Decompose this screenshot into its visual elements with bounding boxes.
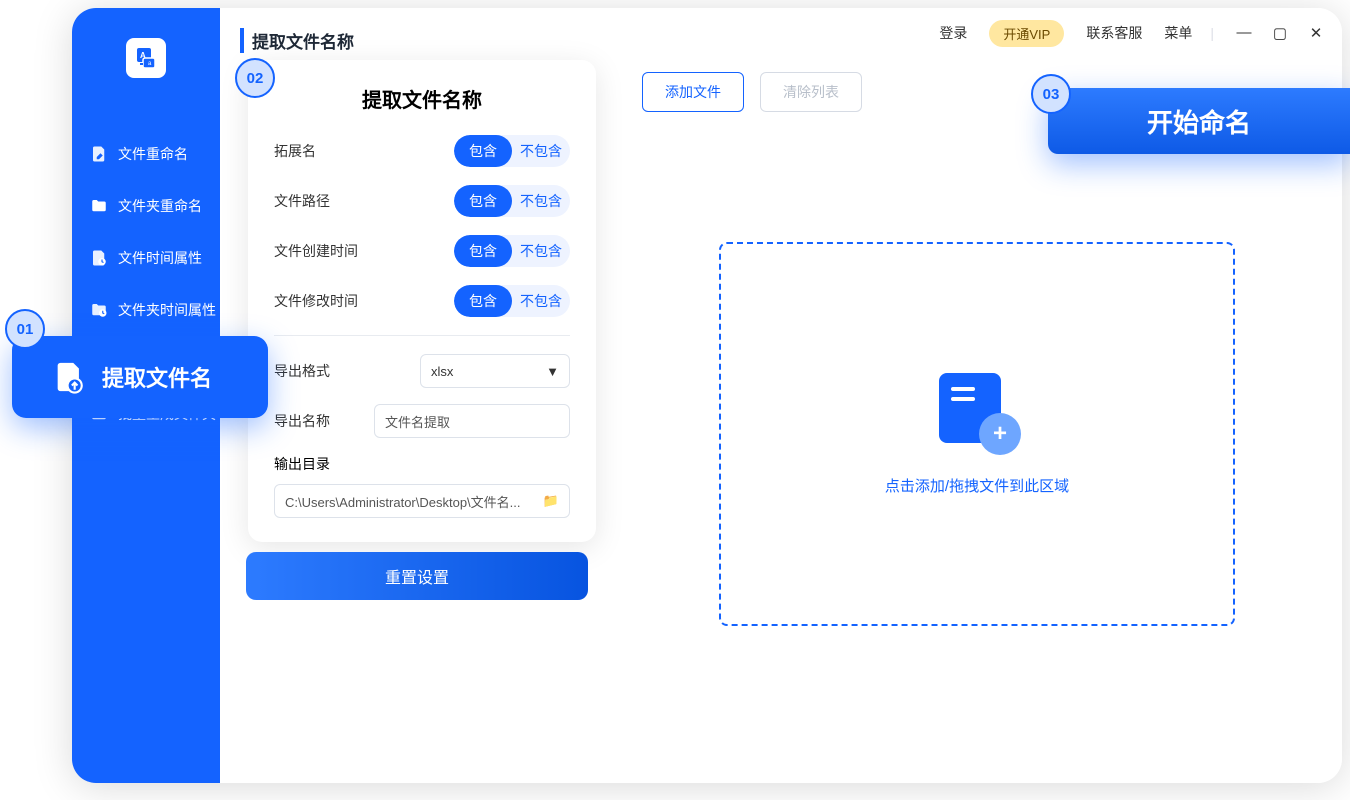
output-dir-row: C:\Users\Administrator\Desktop\文件名... 📁 [274,484,570,518]
option-extension: 拓展名 包含 不包含 [274,135,570,167]
export-format-select[interactable]: xlsx ▼ [420,354,570,388]
field-label: 导出格式 [274,361,330,381]
sidebar-item-folder-time[interactable]: 文件夹时间属性 [72,284,220,336]
toggle-extension[interactable]: 包含 不包含 [454,135,570,167]
option-label: 文件修改时间 [274,291,358,311]
highlight-sidebar-extract: 提取文件名 [12,336,268,418]
page-title: 提取文件名称 [240,28,612,53]
toggle-exclude[interactable]: 不包含 [512,285,570,317]
chevron-down-icon: ▼ [546,364,559,379]
sidebar-item-label: 文件重命名 [118,144,188,164]
toggle-include[interactable]: 包含 [454,135,512,167]
dropzone[interactable]: + 点击添加/拖拽文件到此区域 [719,242,1235,626]
add-file-button[interactable]: 添加文件 [642,72,744,112]
folder-icon[interactable]: 📁 [543,493,559,509]
sidebar-item-file-time[interactable]: 文件时间属性 [72,232,220,284]
option-filepath: 文件路径 包含 不包含 [274,185,570,217]
option-modified-time: 文件修改时间 包含 不包含 [274,285,570,317]
dropzone-icon: + [939,373,1015,449]
contact-link[interactable]: 联系客服 [1086,23,1142,43]
settings-column: 提取文件名称 提取文件名称 拓展名 包含 不包含 文件路径 包含 不包含 文件创… [220,8,612,783]
extract-settings-card: 提取文件名称 拓展名 包含 不包含 文件路径 包含 不包含 文件创建时间 包含 [248,60,596,542]
sidebar-item-label: 文件时间属性 [118,248,202,268]
toggle-filepath[interactable]: 包含 不包含 [454,185,570,217]
toggle-created[interactable]: 包含 不包含 [454,235,570,267]
output-dir-label: 输出目录 [274,454,570,474]
file-clock-icon [90,249,108,267]
option-label: 文件路径 [274,191,330,211]
toggle-modified[interactable]: 包含 不包含 [454,285,570,317]
sidebar-item-label: 文件夹重命名 [118,196,202,216]
toggle-include[interactable]: 包含 [454,285,512,317]
file-upload-icon [52,360,86,394]
window-controls: — ▢ ✕ [1236,24,1324,42]
sidebar-item-label: 文件夹时间属性 [118,300,216,320]
plus-icon: + [979,413,1021,455]
input-value: C:\Users\Administrator\Desktop\文件名... [285,492,521,511]
minimize-icon[interactable]: — [1236,24,1252,42]
export-name-input[interactable]: 文件名提取 [374,404,570,438]
input-value: 文件名提取 [385,412,450,431]
maximize-icon[interactable]: ▢ [1272,24,1288,42]
sidebar-item-file-rename[interactable]: 文件重命名 [72,128,220,180]
close-icon[interactable]: ✕ [1308,24,1324,42]
dropzone-text: 点击添加/拖拽文件到此区域 [885,475,1069,496]
field-label: 导出名称 [274,411,330,431]
step-badge-02: 02 [235,58,275,98]
step-badge-03: 03 [1031,74,1071,114]
file-edit-icon [90,145,108,163]
separator: | [1210,25,1214,41]
option-created-time: 文件创建时间 包含 不包含 [274,235,570,267]
login-link[interactable]: 登录 [939,23,967,43]
export-format-row: 导出格式 xlsx ▼ [274,354,570,388]
output-dir-input[interactable]: C:\Users\Administrator\Desktop\文件名... 📁 [274,484,570,518]
step-badge-01: 01 [5,309,45,349]
logo-icon: Aa [134,46,158,70]
topbar: 登录 开通VIP 联系客服 菜单 | — ▢ ✕ [612,8,1342,58]
file-area: 添加文件 清除列表 + 点击添加/拖拽文件到此区域 [612,58,1342,783]
clear-list-button[interactable]: 清除列表 [760,72,862,112]
option-label: 拓展名 [274,141,316,161]
app-logo: Aa [126,38,166,78]
toggle-include[interactable]: 包含 [454,185,512,217]
vip-button[interactable]: 开通VIP [989,20,1064,47]
toggle-exclude[interactable]: 不包含 [512,235,570,267]
reset-button[interactable]: 重置设置 [246,552,588,600]
highlight-label: 提取文件名 [102,361,212,393]
divider [274,335,570,336]
select-value: xlsx [431,364,453,379]
card-title: 提取文件名称 [274,84,570,113]
toggle-exclude[interactable]: 不包含 [512,185,570,217]
folder-edit-icon [90,197,108,215]
option-label: 文件创建时间 [274,241,358,261]
export-name-row: 导出名称 文件名提取 [274,404,570,438]
toggle-exclude[interactable]: 不包含 [512,135,570,167]
toggle-include[interactable]: 包含 [454,235,512,267]
sidebar-item-folder-rename[interactable]: 文件夹重命名 [72,180,220,232]
start-button[interactable]: 开始命名 [1048,88,1350,154]
folder-clock-icon [90,301,108,319]
menu-link[interactable]: 菜单 [1164,23,1192,43]
